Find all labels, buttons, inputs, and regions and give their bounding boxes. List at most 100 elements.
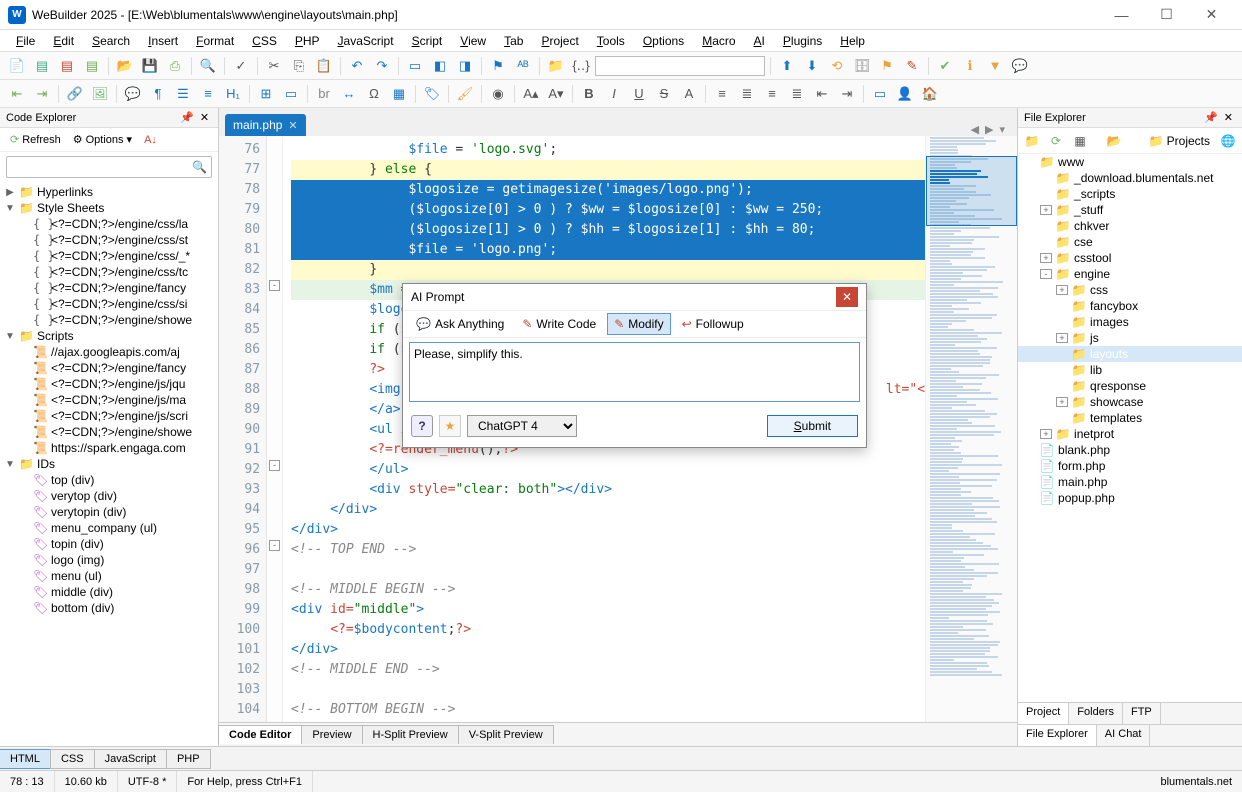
file-tree-item[interactable]: 📄form.php <box>1018 458 1242 474</box>
tree-item[interactable]: { }<?=CDN;?>/engine/css/st <box>0 232 218 248</box>
tree-item[interactable]: 🏷verytop (div) <box>0 488 218 504</box>
check-icon[interactable]: ✔ <box>934 55 956 77</box>
filter-icon[interactable]: ▼ <box>984 55 1006 77</box>
br-icon[interactable]: br <box>313 83 335 105</box>
new-php-icon[interactable]: ▤ <box>56 55 78 77</box>
window-icon[interactable]: ▭ <box>869 83 891 105</box>
file-tree-item[interactable]: 📄blank.php <box>1018 442 1242 458</box>
file-tree-item[interactable]: 📁www <box>1018 154 1242 170</box>
rtab[interactable]: AI Chat <box>1097 725 1151 746</box>
close-button[interactable]: ✕ <box>1189 1 1234 29</box>
file-tree-item[interactable]: -📁engine <box>1018 266 1242 282</box>
modify-button[interactable]: ✎Modify <box>607 313 670 335</box>
explorer-icon[interactable]: 📂 <box>1104 131 1124 151</box>
search-input[interactable]: 🔍 <box>6 156 212 178</box>
rtab[interactable]: File Explorer <box>1018 725 1097 746</box>
spellcheck-icon[interactable]: ✓ <box>230 55 252 77</box>
tree-item[interactable]: 🏷middle (div) <box>0 584 218 600</box>
file-tree-item[interactable]: 📄popup.php <box>1018 490 1242 506</box>
menu-help[interactable]: Help <box>832 32 873 50</box>
menu-plugins[interactable]: Plugins <box>775 32 830 50</box>
lang-tab-html[interactable]: HTML <box>0 749 51 769</box>
edit-icon[interactable]: ✎ <box>901 55 923 77</box>
menu-options[interactable]: Options <box>635 32 692 50</box>
price-tag-icon[interactable]: 🏷 <box>421 83 443 105</box>
minimize-button[interactable]: ― <box>1099 1 1144 29</box>
file-tree-item[interactable]: 📁_scripts <box>1018 186 1242 202</box>
heading-icon[interactable]: H₁ <box>222 83 244 105</box>
tree-item[interactable]: 📜//ajax.googleapis.com/aj <box>0 344 218 360</box>
tree-item[interactable]: { }<?=CDN;?>/engine/css/si <box>0 296 218 312</box>
search-icon[interactable]: 🔍 <box>197 55 219 77</box>
file-tree-item[interactable]: +📁inetprot <box>1018 426 1242 442</box>
list-ul-icon[interactable]: ☰ <box>172 83 194 105</box>
cut-icon[interactable]: ✂ <box>263 55 285 77</box>
rtab[interactable]: Folders <box>1069 703 1123 724</box>
upload-icon[interactable]: ⬆ <box>776 55 798 77</box>
link-icon[interactable]: 🔗 <box>64 83 86 105</box>
file-tree-item[interactable]: +📁_stuff <box>1018 202 1242 218</box>
file-tree-item[interactable]: 📁_download.blumentals.net <box>1018 170 1242 186</box>
tree-item[interactable]: { }<?=CDN;?>/engine/showe <box>0 312 218 328</box>
snippet-combo[interactable] <box>595 56 765 76</box>
sync-icon[interactable]: ⟲ <box>826 55 848 77</box>
indent-right-icon[interactable]: ⇥ <box>31 83 53 105</box>
file-tree-item[interactable]: 📄main.php <box>1018 474 1242 490</box>
db-icon[interactable]: 🗄 <box>851 55 873 77</box>
menu-search[interactable]: Search <box>84 32 138 50</box>
tree-item[interactable]: 📜https://spark.engaga.com <box>0 440 218 456</box>
tab-next-icon[interactable]: ▶ <box>985 123 993 136</box>
bottom-tab[interactable]: V-Split Preview <box>458 725 554 744</box>
close-panel-icon[interactable]: ✕ <box>197 111 212 124</box>
omega-icon[interactable]: Ω <box>363 83 385 105</box>
align-center-icon[interactable]: ≣ <box>736 83 758 105</box>
tree-item[interactable]: 🏷top (div) <box>0 472 218 488</box>
font-color-icon[interactable]: A <box>678 83 700 105</box>
tab-prev-icon[interactable]: ◀ <box>971 123 979 136</box>
file-tree-item[interactable]: 📁layouts <box>1018 346 1242 362</box>
rtab[interactable]: Project <box>1018 703 1069 724</box>
file-tree-item[interactable]: 📁cse <box>1018 234 1242 250</box>
minimap[interactable] <box>925 136 1017 722</box>
chat-icon[interactable]: 💬 <box>1009 55 1031 77</box>
pin-icon[interactable]: 📌 <box>177 111 197 124</box>
menu-script[interactable]: Script <box>404 32 451 50</box>
flag-icon[interactable]: ⚑ <box>876 55 898 77</box>
undo-icon[interactable]: ↶ <box>346 55 368 77</box>
tree-item[interactable]: 📜<?=CDN;?>/engine/js/jqu <box>0 376 218 392</box>
lang-tab-javascript[interactable]: JavaScript <box>94 749 167 769</box>
code-explorer-tree[interactable]: ▶📁Hyperlinks▼📁Style Sheets{ }<?=CDN;?>/e… <box>0 182 218 746</box>
help-button[interactable]: ? <box>411 415 433 437</box>
tab-main-php[interactable]: main.php ✕ <box>225 114 306 136</box>
tree-item[interactable]: ▼📁Style Sheets <box>0 200 218 216</box>
file-tree-item[interactable]: +📁css <box>1018 282 1242 298</box>
new-file-icon[interactable]: 📄 <box>6 55 28 77</box>
menu-tools[interactable]: Tools <box>589 32 633 50</box>
dialog-close-button[interactable]: ✕ <box>836 287 858 307</box>
open-icon[interactable]: 📂 <box>114 55 136 77</box>
tree-item[interactable]: 📜<?=CDN;?>/engine/showe <box>0 424 218 440</box>
color-wheel-icon[interactable]: ◉ <box>487 83 509 105</box>
file-tree-item[interactable]: +📁csstool <box>1018 250 1242 266</box>
menu-ai[interactable]: AI <box>746 32 773 50</box>
align-left-icon[interactable]: ≡ <box>711 83 733 105</box>
file-tree-item[interactable]: 📁chkver <box>1018 218 1242 234</box>
menu-macro[interactable]: Macro <box>694 32 743 50</box>
font-size-up-icon[interactable]: A▴ <box>520 83 542 105</box>
bookmark-icon[interactable]: ⚑ <box>487 55 509 77</box>
file-tree-item[interactable]: 📁fancybox <box>1018 298 1242 314</box>
download-icon[interactable]: ⬇ <box>801 55 823 77</box>
sort-button[interactable]: A↓ <box>140 132 161 148</box>
file-tree-item[interactable]: 📁lib <box>1018 362 1242 378</box>
tree-item[interactable]: ▼📁IDs <box>0 456 218 472</box>
projects-button[interactable]: 📁Projects <box>1145 132 1214 150</box>
prompt-textarea[interactable] <box>409 342 860 402</box>
menu-file[interactable]: File <box>8 32 43 50</box>
outdent-icon[interactable]: ⇤ <box>811 83 833 105</box>
save-all-icon[interactable]: ⎙ <box>164 55 186 77</box>
globe-icon[interactable]: 🌐 <box>1218 131 1238 151</box>
up-folder-icon[interactable]: 📁 <box>1022 131 1042 151</box>
lang-tab-css[interactable]: CSS <box>50 749 95 769</box>
menu-php[interactable]: PHP <box>287 32 328 50</box>
menu-css[interactable]: CSS <box>244 32 285 50</box>
